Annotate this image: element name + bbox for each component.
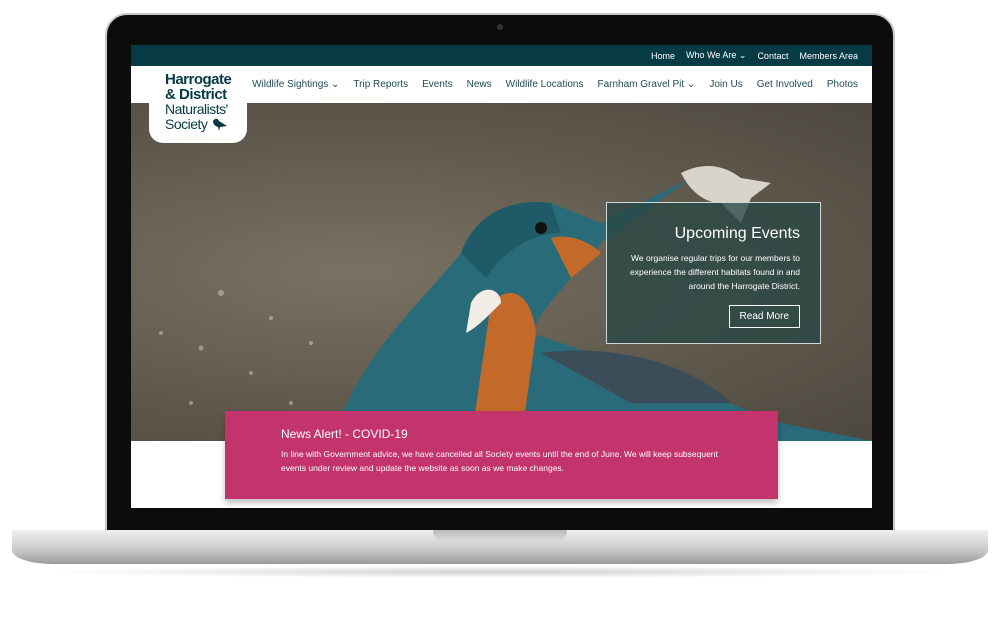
- site-logo[interactable]: Harrogate & District Naturalists' Societ…: [149, 66, 247, 143]
- logo-line: Naturalists': [165, 101, 228, 117]
- events-text: We organise regular trips for our member…: [630, 253, 800, 291]
- nav-events[interactable]: Events: [422, 79, 453, 90]
- bird-icon: [212, 118, 227, 131]
- nav-trip-reports[interactable]: Trip Reports: [353, 79, 408, 90]
- nav-wildlife-sightings[interactable]: Wildlife Sightings ⌄: [252, 79, 339, 90]
- logo-line: Society: [165, 116, 208, 132]
- website-screen: Home Who We Are ⌄ Contact Members Area W…: [131, 45, 872, 508]
- laptop-notch: [433, 530, 567, 541]
- news-alert-banner: News Alert! - COVID-19 In line with Gove…: [225, 411, 778, 499]
- nav-photos[interactable]: Photos: [827, 79, 858, 90]
- webcam: [497, 24, 503, 30]
- nav-wildlife-locations[interactable]: Wildlife Locations: [506, 79, 584, 90]
- topnav-members-area[interactable]: Members Area: [799, 51, 858, 61]
- alert-title: News Alert! - COVID-19: [281, 427, 408, 441]
- nav-join-us[interactable]: Join Us: [709, 79, 742, 90]
- events-title: Upcoming Events: [674, 225, 800, 242]
- logo-line: & District: [165, 86, 227, 103]
- nav-get-involved[interactable]: Get Involved: [757, 79, 813, 90]
- alert-text: In line with Government advice, we have …: [281, 449, 718, 473]
- laptop-shadow: [40, 566, 960, 578]
- topnav-contact[interactable]: Contact: [757, 51, 788, 61]
- logo-line: Harrogate: [165, 71, 232, 88]
- topnav-who-we-are[interactable]: Who We Are ⌄: [686, 50, 746, 61]
- nav-farnham-gravel-pit[interactable]: Farnham Gravel Pit ⌄: [597, 79, 695, 90]
- topnav-home[interactable]: Home: [651, 51, 675, 61]
- top-utility-bar: Home Who We Are ⌄ Contact Members Area: [131, 45, 872, 66]
- nav-news[interactable]: News: [467, 79, 492, 90]
- read-more-button[interactable]: Read More: [728, 305, 800, 328]
- upcoming-events-panel: Upcoming Events We organise regular trip…: [606, 202, 821, 344]
